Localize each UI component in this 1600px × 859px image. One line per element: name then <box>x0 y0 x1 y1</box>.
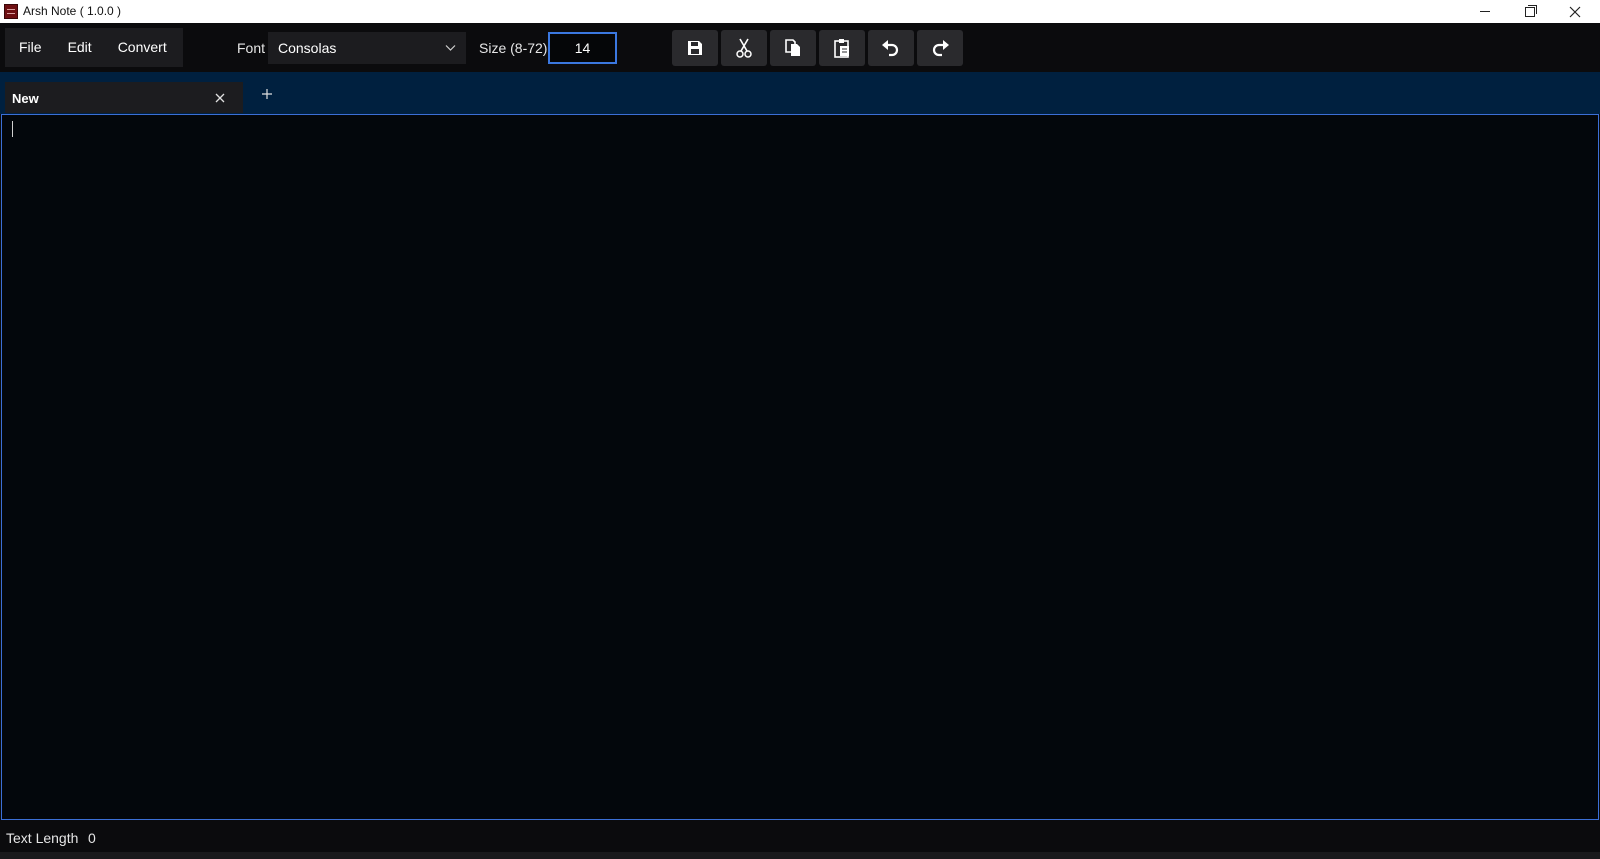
toolbar: File Edit Convert Font Consolas Size (8-… <box>0 23 1600 72</box>
maximize-button[interactable] <box>1507 0 1552 23</box>
chevron-down-icon <box>445 45 456 51</box>
text-length-value: 0 <box>88 830 96 846</box>
menu-convert[interactable]: Convert <box>105 28 180 67</box>
copy-icon <box>785 39 800 56</box>
menu-bar: File Edit Convert <box>5 28 183 67</box>
bottom-strip <box>0 852 1600 859</box>
text-length-label: Text Length <box>6 830 79 846</box>
tab-strip: New <box>0 72 1600 114</box>
text-editor[interactable] <box>1 114 1599 820</box>
size-label: Size (8-72) <box>479 40 548 56</box>
font-dropdown[interactable]: Consolas <box>268 32 466 64</box>
font-dropdown-value: Consolas <box>278 40 337 56</box>
tab-new[interactable]: New <box>5 82 243 113</box>
minimize-icon <box>1479 11 1490 12</box>
window-title: Arsh Note ( 1.0.0 ) <box>23 4 122 18</box>
paste-button[interactable] <box>819 30 865 66</box>
text-caret <box>12 121 13 137</box>
redo-button[interactable] <box>917 30 963 66</box>
undo-icon <box>882 40 899 57</box>
minimize-button[interactable] <box>1462 0 1507 23</box>
app-icon <box>4 4 18 19</box>
cut-icon <box>736 38 752 58</box>
menu-edit[interactable]: Edit <box>55 28 105 67</box>
paste-icon <box>834 39 849 58</box>
save-button[interactable] <box>672 30 718 66</box>
redo-icon <box>932 40 949 57</box>
close-window-button[interactable] <box>1552 0 1597 23</box>
close-icon <box>1569 6 1580 17</box>
tab-label: New <box>12 91 39 106</box>
copy-button[interactable] <box>770 30 816 66</box>
restore-icon <box>1524 4 1537 17</box>
undo-button[interactable] <box>868 30 914 66</box>
status-bar: Text Length 0 <box>0 820 1600 852</box>
close-tab-icon[interactable] <box>213 91 227 105</box>
save-icon <box>688 41 702 55</box>
menu-file[interactable]: File <box>5 28 55 67</box>
font-label: Font <box>237 40 266 56</box>
title-bar: Arsh Note ( 1.0.0 ) <box>0 0 1600 23</box>
add-tab-icon[interactable] <box>259 86 275 102</box>
cut-button[interactable] <box>721 30 767 66</box>
font-size-input[interactable]: 14 <box>548 32 617 64</box>
